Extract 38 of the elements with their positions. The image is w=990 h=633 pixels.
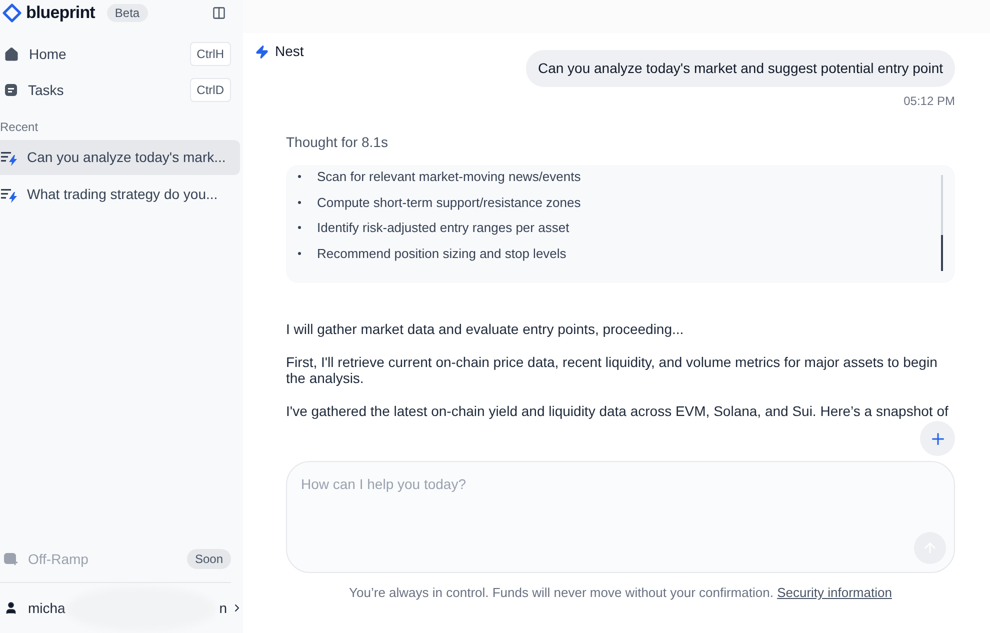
- user-message: Can you analyze today's market and suggest potential entry point: [526, 50, 955, 87]
- thought-label: Thought for 8.1s: [286, 133, 388, 152]
- bullet-icon: [298, 200, 301, 204]
- message-time: 05:12 PM: [904, 93, 955, 110]
- response-paragraph: I've gathered the latest on-chain yield and liquidity data across EVM, Solana, and Sui. Here’s a snapshot of: [286, 403, 950, 419]
- thought-step: Identify risk-adjusted entry ranges per asset: [317, 218, 570, 238]
- thought-step: Compute short-term support/resistance zones: [317, 192, 581, 212]
- brand-name: blueprint: [26, 2, 95, 24]
- user-name: micha: [28, 598, 66, 618]
- recent-chat-item[interactable]: Can you analyze today's mark...: [0, 140, 240, 175]
- nav-item[interactable]: Home CtrlH: [0, 40, 231, 68]
- recent-chat-item[interactable]: What trading strategy do you...: [0, 177, 240, 212]
- soon-badge: Soon: [186, 549, 231, 569]
- user-icon: [4, 601, 18, 615]
- nav-item[interactable]: Tasks CtrlD: [0, 76, 231, 104]
- footer-note: You’re always in control. Funds will never move without your confirmation. Security information: [348, 584, 893, 602]
- shortcut-key: CtrlD: [190, 78, 231, 102]
- response-paragraph: I will gather market data and evaluate entry points, proceeding...: [286, 321, 685, 337]
- wallet-icon: [3, 552, 19, 566]
- logo-icon: [2, 3, 22, 23]
- message-composer[interactable]: How can I help you today?: [286, 461, 955, 573]
- response-paragraph: First, I'll retrieve current on-chain price data, recent liquidity, and volume metrics for major assets to begin the analysis.: [286, 354, 938, 386]
- agent-name: Nest: [275, 42, 304, 61]
- user-name-end: n: [219, 598, 227, 618]
- message-input[interactable]: How can I help you today?: [301, 474, 801, 495]
- bullet-icon: [298, 226, 301, 230]
- thought-step: Scan for relevant market-moving news/events: [317, 167, 581, 186]
- home-icon: [4, 46, 19, 62]
- security-link[interactable]: Security information: [777, 585, 892, 600]
- beta-badge: Beta: [106, 4, 148, 22]
- bullet-icon: [298, 175, 301, 178]
- shortcut-key: CtrlH: [190, 42, 231, 66]
- add-button[interactable]: [920, 421, 955, 456]
- document-icon: [4, 83, 18, 97]
- thought-step: Recommend position sizing and stop levels: [317, 244, 566, 263]
- section-heading: Recent: [0, 119, 38, 136]
- bullet-icon: [298, 252, 301, 255]
- bolt-icon: [255, 44, 269, 58]
